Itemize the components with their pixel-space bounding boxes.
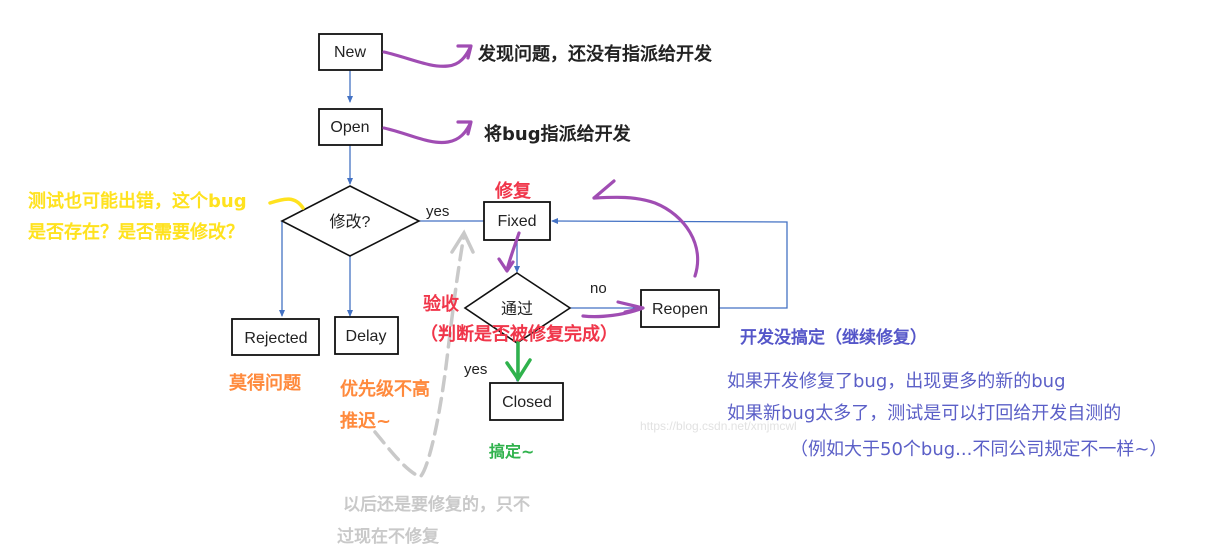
reopen-line1: 如果开发修复了bug，出现更多的新的bug xyxy=(727,371,1066,392)
node-rejected-label: Rejected xyxy=(244,330,307,347)
node-new: New xyxy=(318,33,383,71)
node-fixed-label: Fixed xyxy=(497,213,536,230)
reopen-title: 开发没搞定（继续修复） xyxy=(740,328,927,348)
node-modify-label: 修改? xyxy=(330,213,371,231)
node-new-label: New xyxy=(334,44,366,61)
arrow-reopen-to-fixed xyxy=(592,179,700,278)
open-note: 将bug指派给开发 xyxy=(484,124,631,145)
closed-note: 搞定~ xyxy=(489,442,535,461)
tester-note-line2: 是否存在？是否需要修改？ xyxy=(28,222,244,243)
node-rejected: Rejected xyxy=(231,318,320,356)
arrow-new-note xyxy=(382,44,473,68)
edge-label-pass-no: no xyxy=(590,280,607,297)
edge-label-pass-yes: yes xyxy=(464,361,487,378)
new-note: 发现问题，还没有指派给开发 xyxy=(478,44,712,65)
node-reopen: Reopen xyxy=(640,289,720,328)
fixed-note: 修复 xyxy=(495,181,531,202)
rejected-note: 莫得问题 xyxy=(229,373,301,394)
node-open-label: Open xyxy=(330,119,369,136)
node-closed-label: Closed xyxy=(502,394,552,411)
reopen-line3: （例如大于50个bug...不同公司规定不一样~） xyxy=(790,439,1168,460)
bug-lifecycle-diagram: New Open 修改? Fixed 通过 Reopen Rejected De… xyxy=(231,33,788,480)
delay-future-line1: 以后还是要修复的，只不 xyxy=(343,495,530,515)
tester-note-line1: 测试也可能出错，这个bug xyxy=(28,191,247,212)
arrow-pass-to-reopen xyxy=(581,300,645,319)
verify-detail: （判断是否被修复完成） xyxy=(420,324,618,345)
delay-future-line2: 过现在不修复 xyxy=(337,527,439,547)
verify-note: 验收 xyxy=(423,294,459,315)
delay-note-line1: 优先级不高 xyxy=(340,379,430,400)
annotation-arrows xyxy=(382,44,700,319)
node-reopen-label: Reopen xyxy=(652,301,708,318)
arrow-open-note xyxy=(382,120,473,145)
node-delay: Delay xyxy=(334,316,399,355)
node-open: Open xyxy=(318,108,383,146)
edge-label-modify-yes: yes xyxy=(426,203,449,220)
green-check-arrow xyxy=(505,340,532,383)
node-closed: Closed xyxy=(489,382,564,421)
delay-note-line2: 推迟~ xyxy=(340,411,392,432)
node-modify-decision: 修改? xyxy=(280,185,421,257)
watermark: https://blog.csdn.net/xmjmcwl xyxy=(640,419,797,433)
delay-future-arrow xyxy=(373,229,475,480)
yellow-pointer xyxy=(268,197,305,210)
node-pass-label: 通过 xyxy=(501,300,533,318)
node-delay-label: Delay xyxy=(346,328,387,345)
